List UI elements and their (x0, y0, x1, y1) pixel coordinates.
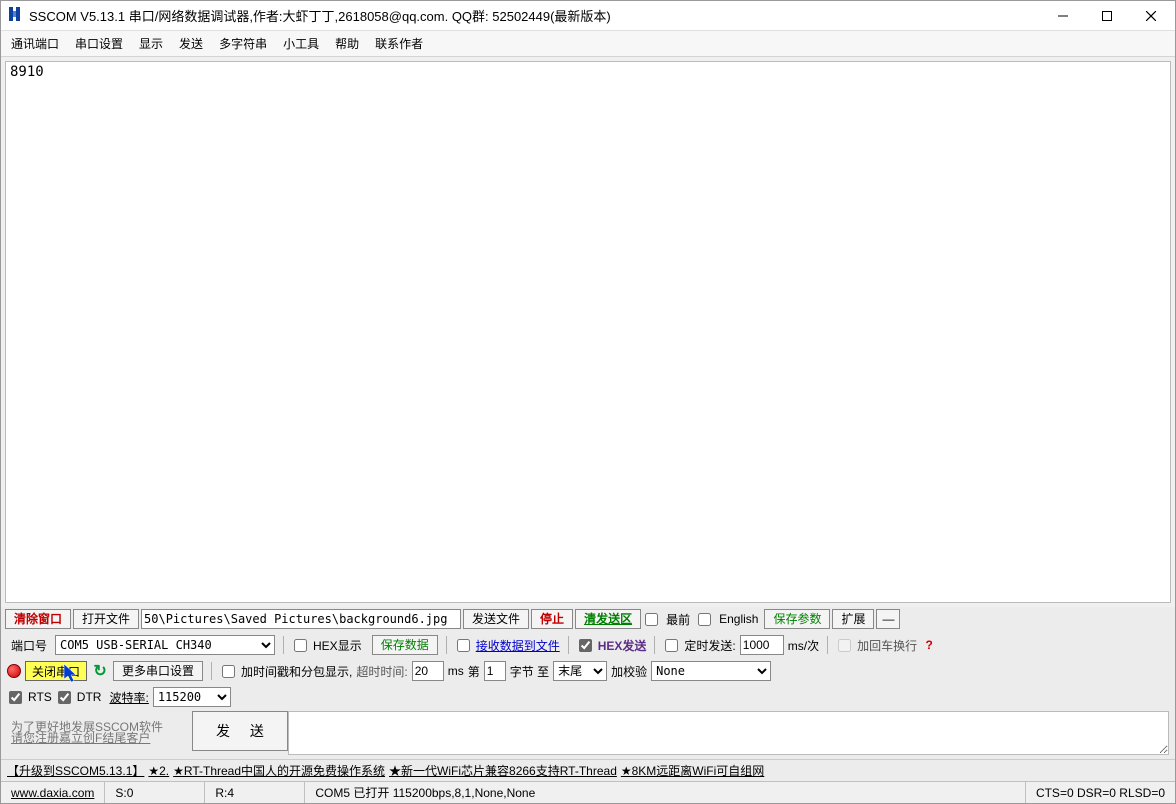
clear-send-area-button[interactable]: 清发送区 (575, 609, 641, 629)
port-led-icon (7, 664, 21, 678)
wifi-link[interactable]: ★新一代WiFi芯片兼容8266支持RT-Thread (389, 762, 617, 779)
file-path-input[interactable] (141, 609, 461, 629)
send-row: 为了更好地发展SSCOM软件 请您注册嘉立创F结尾客户 发 送 (7, 711, 1169, 755)
send-input[interactable] (288, 711, 1169, 755)
timeout-input[interactable] (412, 661, 444, 681)
more-serial-settings-button[interactable]: 更多串口设置 (113, 661, 203, 681)
collapse-button[interactable]: — (876, 609, 900, 629)
top-toolbar: 清除窗口 打开文件 发送文件 停止 清发送区 最前 English 保存参数 扩… (1, 607, 1175, 631)
timed-send-label: 定时发送: (684, 637, 735, 654)
timed-send-interval-input[interactable] (740, 635, 784, 655)
menu-contact[interactable]: 联系作者 (375, 35, 423, 52)
status-s: S:0 (105, 782, 205, 803)
hex-send-label: HEX发送 (598, 637, 647, 654)
app-icon (7, 6, 23, 25)
stop-button[interactable]: 停止 (531, 609, 573, 629)
recv-to-file-checkbox[interactable] (457, 639, 470, 652)
rts-checkbox[interactable] (9, 691, 22, 704)
timeout-label: 超时时间: (356, 663, 407, 680)
add-crlf-checkbox[interactable] (838, 639, 851, 652)
menu-display[interactable]: 显示 (139, 35, 163, 52)
minimize-button[interactable] (1041, 2, 1085, 30)
timed-send-unit: ms/次 (788, 637, 819, 654)
dtr-label: DTR (77, 690, 102, 704)
rtthread-link[interactable]: ★RT-Thread中国人的开源免费操作系统 (173, 762, 385, 779)
menu-help[interactable]: 帮助 (335, 35, 359, 52)
upgrade-link[interactable]: 【升级到SSCOM5.13.1】 (7, 762, 144, 779)
config-row-port: 端口号 COM5 USB-SERIAL CH340 HEX显示 保存数据 接收数… (7, 633, 1169, 657)
refresh-icon[interactable]: ↻ (91, 661, 109, 681)
maximize-button[interactable] (1085, 2, 1129, 30)
menu-multistring[interactable]: 多字符串 (219, 35, 267, 52)
send-button[interactable]: 发 送 (192, 711, 288, 751)
status-port: COM5 已打开 115200bps,8,1,None,None (305, 782, 1026, 803)
topmost-label: 最前 (666, 611, 690, 628)
receive-textarea[interactable]: 8910 (5, 61, 1171, 603)
menu-serial-settings[interactable]: 串口设置 (75, 35, 123, 52)
tail-select[interactable]: 末尾 (553, 661, 607, 681)
km8-link[interactable]: ★8KM远距离WiFi可自组网 (621, 762, 764, 779)
timeout-unit: ms (448, 664, 464, 678)
add-crlf-label: 加回车换行 (857, 637, 917, 654)
save-data-button[interactable]: 保存数据 (372, 635, 438, 655)
clear-window-button[interactable]: 清除窗口 (5, 609, 71, 629)
extend-button[interactable]: 扩展 (832, 609, 874, 629)
menu-comm-port[interactable]: 通讯端口 (11, 35, 59, 52)
hex-send-checkbox[interactable] (579, 639, 592, 652)
help-icon[interactable]: ? (921, 638, 937, 652)
promo-register-link[interactable]: 请您注册嘉立创F结尾客户 (11, 733, 188, 744)
recv-to-file-label[interactable]: 接收数据到文件 (476, 637, 560, 654)
timestamp-label: 加时间戳和分包显示, (241, 663, 352, 680)
window-title: SSCOM V5.13.1 串口/网络数据调试器,作者:大虾丁丁,2618058… (29, 6, 1041, 25)
promo-text: 为了更好地发展SSCOM软件 请您注册嘉立创F结尾客户 (7, 711, 192, 755)
save-params-button[interactable]: 保存参数 (764, 609, 830, 629)
baud-label[interactable]: 波特率: (109, 689, 148, 706)
menu-bar: 通讯端口 串口设置 显示 发送 多字符串 小工具 帮助 联系作者 (1, 31, 1175, 57)
status-r: R:4 (205, 782, 305, 803)
menu-tools[interactable]: 小工具 (283, 35, 319, 52)
title-bar: SSCOM V5.13.1 串口/网络数据调试器,作者:大虾丁丁,2618058… (1, 1, 1175, 31)
topmost-checkbox[interactable] (645, 613, 658, 626)
timestamp-checkbox[interactable] (222, 665, 235, 678)
english-label: English (719, 612, 758, 626)
open-file-button[interactable]: 打开文件 (73, 609, 139, 629)
hex-display-label: HEX显示 (313, 637, 362, 654)
port-label: 端口号 (11, 637, 47, 654)
first-byte-input[interactable] (484, 661, 506, 681)
status-signals: CTS=0 DSR=0 RLSD=0 (1026, 782, 1175, 803)
dtr-checkbox[interactable] (58, 691, 71, 704)
checksum-select[interactable]: None (651, 661, 771, 681)
english-checkbox[interactable] (698, 613, 711, 626)
close-button[interactable] (1129, 2, 1173, 30)
rts-label: RTS (28, 690, 52, 704)
star2-link[interactable]: ★2. (148, 764, 169, 778)
send-file-button[interactable]: 发送文件 (463, 609, 529, 629)
config-row-open: 关闭串口 ↻ 更多串口设置 加时间戳和分包显示, 超时时间: ms 第 字节 至… (7, 659, 1169, 683)
ad-bar: 【升级到SSCOM5.13.1】 ★2. ★RT-Thread中国人的开源免费操… (1, 759, 1175, 781)
port-select[interactable]: COM5 USB-SERIAL CH340 (55, 635, 275, 655)
open-port-button[interactable]: 关闭串口 (25, 661, 87, 681)
timed-send-checkbox[interactable] (665, 639, 678, 652)
first-label: 第 (468, 663, 480, 680)
baud-select[interactable]: 115200 (153, 687, 231, 707)
status-bar: www.daxia.com S:0 R:4 COM5 已打开 115200bps… (1, 781, 1175, 803)
config-row-baud: RTS DTR 波特率: 115200 (7, 685, 1169, 709)
byte-to-label: 字节 至 (510, 663, 549, 680)
hex-display-checkbox[interactable] (294, 639, 307, 652)
menu-send[interactable]: 发送 (179, 35, 203, 52)
site-link[interactable]: www.daxia.com (1, 782, 105, 803)
add-check-label: 加校验 (611, 663, 647, 680)
config-panel: 端口号 COM5 USB-SERIAL CH340 HEX显示 保存数据 接收数… (1, 631, 1175, 759)
